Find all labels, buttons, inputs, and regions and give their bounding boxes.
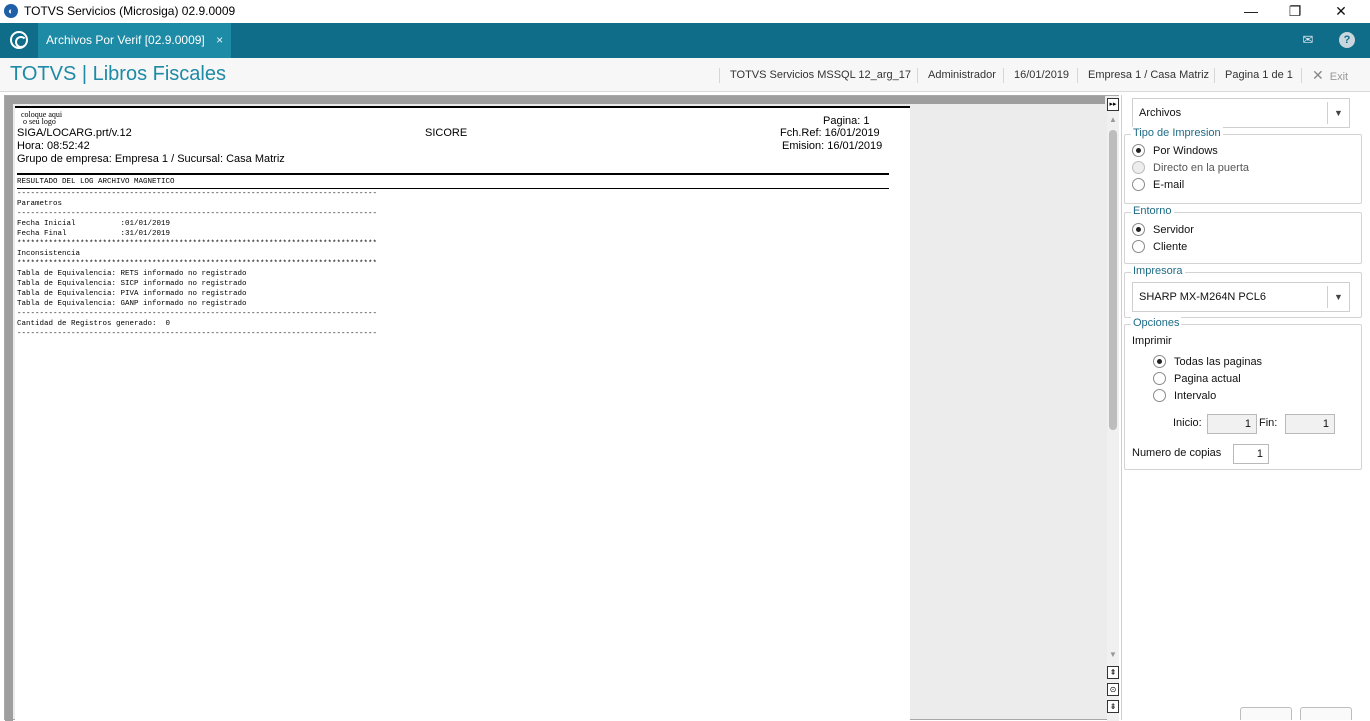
scroll-thumb[interactable] xyxy=(1109,130,1117,430)
radio-directo-en-la-puerta[interactable]: Directo en la puerta xyxy=(1132,161,1249,175)
date-info: 16/01/2019 xyxy=(1003,68,1069,83)
entorno-legend: Entorno xyxy=(1131,205,1174,217)
output-type-select[interactable]: Archivos ▼ xyxy=(1132,98,1350,128)
panel-action-button-1[interactable] xyxy=(1240,707,1292,720)
imprimir-label: Imprimir xyxy=(1132,335,1172,347)
report-body: ----------------------------------------… xyxy=(17,190,378,338)
expand-panel-button[interactable]: ▸▸ xyxy=(1107,98,1119,111)
page-up-button[interactable]: ⇞ xyxy=(1107,666,1119,679)
report-fch-ref: Fch.Ref: 16/01/2019 xyxy=(780,127,880,139)
printer-select[interactable]: SHARP MX-M264N PCL6 ▼ xyxy=(1132,282,1350,312)
radio-label: Todas las paginas xyxy=(1174,356,1263,368)
opciones-group: Opciones Imprimir Todas las paginas Pagi… xyxy=(1124,317,1362,470)
page-down-button[interactable]: ⇟ xyxy=(1107,700,1119,713)
radio-label: E-mail xyxy=(1153,179,1185,191)
page-info: Pagina 1 de 1 xyxy=(1214,68,1293,83)
tipo-impresion-legend: Tipo de Impresion xyxy=(1131,127,1223,139)
company-info: Empresa 1 / Casa Matriz xyxy=(1077,68,1209,83)
tipo-impresion-group: Tipo de Impresion Por Windows Directo en… xyxy=(1124,127,1362,204)
impresora-legend: Impresora xyxy=(1131,265,1185,277)
module-title: TOTVS | Libros Fiscales xyxy=(10,63,226,85)
report-hora: Hora: 08:52:42 xyxy=(17,140,90,152)
maximize-button[interactable]: ❐ xyxy=(1272,0,1318,23)
window-titlebar: ◐ TOTVS Servicios (Microsiga) 02.9.0009 … xyxy=(0,0,1370,23)
radio-label: Intervalo xyxy=(1174,390,1217,402)
module-bar: TOTVS | Libros Fiscales TOTVS Servicios … xyxy=(0,58,1370,92)
tab-close-icon[interactable]: × xyxy=(216,33,223,47)
report-emision: Emision: 16/01/2019 xyxy=(782,140,883,152)
exit-button[interactable]: ✕ Exit xyxy=(1301,68,1348,83)
minimize-button[interactable]: — xyxy=(1228,0,1274,23)
printer-value: SHARP MX-M264N PCL6 xyxy=(1139,291,1266,303)
mail-icon[interactable]: ✉ xyxy=(1298,30,1318,50)
radio-label: Por Windows xyxy=(1153,145,1218,157)
radio-button[interactable] xyxy=(1132,240,1145,253)
totvs-logo-icon[interactable] xyxy=(10,31,28,49)
report-grupo: Grupo de empresa: Empresa 1 / Sucursal: … xyxy=(17,153,285,165)
print-options-panel: Archivos ▼ Tipo de Impresion Por Windows… xyxy=(1121,95,1370,720)
radio-todas-las-paginas[interactable]: Todas las paginas xyxy=(1153,355,1262,369)
close-window-button[interactable]: ✕ xyxy=(1318,0,1364,23)
radio-cliente[interactable]: Cliente xyxy=(1132,240,1187,254)
radio-button-checked[interactable] xyxy=(1132,144,1145,157)
zoom-center-button[interactable]: ⊙ xyxy=(1107,683,1119,696)
fin-label: Fin: xyxy=(1259,417,1278,429)
report-page: coloque aqui o seu logo Pagina: 1 SIGA/L… xyxy=(15,106,910,721)
tab-label: Archivos Por Verif [02.9.0009] xyxy=(46,33,205,47)
copias-input[interactable]: 1 xyxy=(1233,444,1269,464)
user-info: Administrador xyxy=(917,68,996,83)
inicio-input[interactable]: 1 xyxy=(1207,414,1257,434)
entorno-group: Entorno Servidor Cliente xyxy=(1124,205,1362,264)
scroll-up-arrow[interactable]: ▲ xyxy=(1108,115,1118,124)
panel-action-button-2[interactable] xyxy=(1300,707,1352,720)
report-logo-placeholder: coloque aqui o seu logo xyxy=(21,111,62,126)
radio-label: Servidor xyxy=(1153,224,1194,236)
radio-button[interactable] xyxy=(1153,389,1166,402)
report-program: SIGA/LOCARG.prt/v.12 xyxy=(17,127,132,139)
scroll-down-arrow[interactable]: ▼ xyxy=(1108,650,1118,659)
chevron-down-icon[interactable]: ▼ xyxy=(1327,286,1349,308)
radio-email[interactable]: E-mail xyxy=(1132,178,1184,192)
window-title: TOTVS Servicios (Microsiga) 02.9.0009 xyxy=(24,4,236,18)
help-icon[interactable]: ? xyxy=(1339,32,1355,48)
radio-button-disabled[interactable] xyxy=(1132,161,1145,174)
radio-servidor[interactable]: Servidor xyxy=(1132,223,1194,237)
preview-vertical-scrollbar[interactable]: ▸▸ ▲ ▼ ⇞ ⊙ ⇟ xyxy=(1107,96,1119,721)
fin-input[interactable]: 1 xyxy=(1285,414,1335,434)
radio-intervalo[interactable]: Intervalo xyxy=(1153,389,1216,403)
output-type-value: Archivos xyxy=(1139,107,1182,119)
radio-label: Directo en la puerta xyxy=(1153,162,1249,174)
chevron-down-icon[interactable]: ▼ xyxy=(1327,102,1349,124)
report-top-rule xyxy=(15,106,910,108)
exit-icon: ✕ xyxy=(1312,67,1324,83)
environment-info: TOTVS Servicios MSSQL 12_arg_17 xyxy=(719,68,911,83)
radio-button-checked[interactable] xyxy=(1153,355,1166,368)
radio-pagina-actual[interactable]: Pagina actual xyxy=(1153,372,1241,386)
report-name: SICORE xyxy=(425,127,468,139)
radio-por-windows[interactable]: Por Windows xyxy=(1132,144,1218,158)
inicio-label: Inicio: xyxy=(1173,417,1202,429)
radio-button-checked[interactable] xyxy=(1132,223,1145,236)
copias-label: Numero de copias xyxy=(1132,447,1222,459)
exit-label: Exit xyxy=(1329,71,1349,83)
radio-button[interactable] xyxy=(1153,372,1166,385)
app-header: Archivos Por Verif [02.9.0009] × ✉ ? xyxy=(0,23,1370,58)
radio-button[interactable] xyxy=(1132,178,1145,191)
logo-line-2: o seu logo xyxy=(23,117,56,126)
totvs-app-icon: ◐ xyxy=(4,4,18,18)
opciones-legend: Opciones xyxy=(1131,317,1182,329)
report-rule-1 xyxy=(17,173,889,175)
tab-archivos-por-verif[interactable]: Archivos Por Verif [02.9.0009] × xyxy=(38,23,232,58)
radio-label: Pagina actual xyxy=(1174,373,1241,385)
radio-label: Cliente xyxy=(1153,241,1188,253)
report-section-title: RESULTADO DEL LOG ARCHIVO MAGNETICO xyxy=(17,178,175,186)
print-preview-area[interactable]: coloque aqui o seu logo Pagina: 1 SIGA/L… xyxy=(4,95,1119,721)
